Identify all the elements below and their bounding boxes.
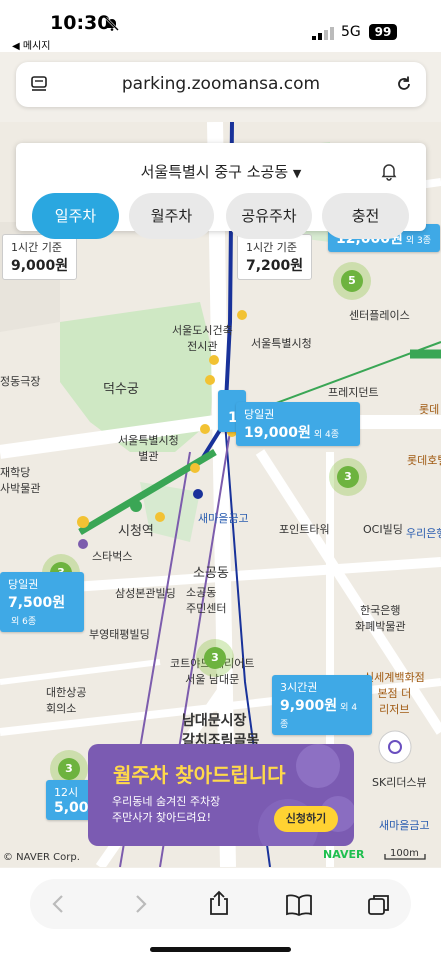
- location-text: 서울특별시 중구 소공동: [140, 163, 289, 181]
- promo-desc-line1: 우리동네 숨겨진 주차장: [112, 795, 221, 808]
- share-icon[interactable]: [207, 890, 231, 920]
- map-label-sogong-center: 소공동 주민센터: [186, 586, 227, 615]
- map-label-point-tower: 포인트타워: [279, 523, 330, 536]
- map-label-starbucks: 스타벅스: [92, 550, 133, 563]
- cluster-count: 3: [337, 466, 359, 488]
- tab-shared-parking[interactable]: 공유주차: [226, 193, 312, 239]
- map-label-city-hall-annex: 서울특별시청 별관: [118, 434, 179, 463]
- location-selector[interactable]: 서울특별시 중구 소공동 ▼: [16, 161, 426, 182]
- price-pin[interactable]: 3시간권 9,900원 외 4종: [272, 675, 372, 735]
- price-pin[interactable]: 1시간 기준 9,000원: [2, 234, 78, 280]
- reload-icon[interactable]: [394, 74, 414, 98]
- price-pin-extra: 외 3종: [405, 236, 432, 246]
- price-pin[interactable]: 당일권 19,000원 외 4종: [236, 402, 360, 446]
- price-pin-price: 19,000원: [244, 425, 311, 441]
- price-pin[interactable]: 당일권 7,500원외 6종: [0, 572, 84, 632]
- map-label-city-hall: 서울특별시청: [251, 337, 312, 350]
- tab-daily-parking[interactable]: 일주차: [32, 193, 119, 239]
- tab-monthly-parking[interactable]: 월주차: [129, 193, 214, 239]
- browser-toolbar: [0, 868, 441, 959]
- map-label-saemaeul2: 새마을금고: [379, 819, 430, 832]
- map-label-sk: SK리더스뷰: [372, 776, 427, 789]
- price-pin-price: 7,500원: [8, 595, 66, 611]
- price-pin-price: 9,900원: [280, 698, 338, 714]
- map-label-city-hall-gallery: 서울도시건축 전시관: [172, 324, 233, 353]
- price-pin-title: 1시간 기준: [11, 241, 62, 254]
- map-label-saemaeul: 새마을금고: [198, 512, 249, 525]
- price-pin-price: 5,000: [54, 800, 99, 816]
- price-pin-title: 당일권: [8, 578, 39, 591]
- forward-icon[interactable]: [129, 893, 151, 919]
- price-pin-extra: 외 6종: [11, 617, 37, 627]
- home-indicator: [150, 947, 291, 952]
- price-pin-title: 12시: [54, 786, 79, 799]
- parking-cluster[interactable]: 3: [196, 639, 234, 677]
- url-text[interactable]: parking.zoomansa.com: [16, 74, 426, 94]
- map-label-oci: OCI빌딩: [363, 523, 403, 536]
- price-pin-price: 7,200원: [246, 258, 304, 274]
- map-scale: 100m: [390, 848, 419, 859]
- parking-cluster[interactable]: 5: [333, 262, 371, 300]
- price-pin[interactable]: 1시간 기준 7,200원: [237, 234, 313, 280]
- map-label-korcham: 대한상공 회의소: [46, 686, 87, 715]
- status-bar: 10:30 ◀ 메시지 5G 99: [0, 0, 441, 52]
- map-label-jeongdong: 정동극장: [0, 375, 41, 388]
- promo-banner[interactable]: 월주차 찾아드립니다 우리동네 숨겨진 주차장 주만사가 찾아드려요! 신청하기: [88, 744, 354, 846]
- naver-logo: NAVER: [323, 848, 365, 861]
- bookmarks-icon[interactable]: [285, 894, 313, 920]
- map-label-shinsegae: 신세계백화점 본점 더 리저브: [364, 671, 425, 716]
- silent-bell-icon: [104, 16, 120, 36]
- cluster-count: 5: [341, 270, 363, 292]
- price-pin-title: 1시간 기준: [246, 241, 297, 254]
- map-label-booyoung: 부영태평빌딩: [89, 628, 150, 641]
- tabs-icon[interactable]: [367, 893, 391, 921]
- map-label-woori: 우리은행: [406, 527, 441, 540]
- map-label-deoksugung: 덕수궁: [103, 382, 139, 397]
- map-label-station: 시청역: [118, 524, 154, 539]
- signal-icon: [312, 25, 334, 44]
- promo-description: 우리동네 숨겨진 주차장 주만사가 찾아드려요!: [112, 794, 220, 826]
- promo-headline: 월주차 찾아드립니다: [113, 763, 286, 787]
- tab-charging[interactable]: 충전: [322, 193, 409, 239]
- naver-copyright: © NAVER Corp.: [3, 852, 80, 863]
- parking-cluster[interactable]: 3: [329, 458, 367, 496]
- price-pin-extra: 외 4종: [313, 430, 340, 440]
- price-pin-title: 3시간권: [280, 681, 318, 694]
- apply-button[interactable]: 신청하기: [274, 806, 338, 832]
- back-to-app-link[interactable]: ◀ 메시지: [12, 37, 50, 52]
- promo-desc-line2: 주만사가 찾아드려요!: [112, 811, 211, 824]
- notification-bell-icon[interactable]: [379, 161, 399, 185]
- map-label-samsung: 삼성본관빌딩: [115, 587, 176, 600]
- price-pin-price: 9,000원: [11, 258, 69, 274]
- map-label-lotte-dept: 롯데호텔: [407, 454, 441, 467]
- back-icon[interactable]: [48, 893, 70, 919]
- map-label-bank-museum: 한국은행 화폐박물관: [355, 604, 406, 633]
- battery-badge: 99: [369, 24, 397, 40]
- map-label-sogong: 소공동: [193, 566, 229, 581]
- status-time: 10:30: [50, 12, 111, 34]
- dropdown-caret-icon: ▼: [292, 167, 302, 180]
- cluster-count: 3: [58, 758, 80, 780]
- cluster-count: 3: [204, 647, 226, 669]
- address-bar[interactable]: parking.zoomansa.com: [16, 62, 426, 107]
- network-label: 5G: [341, 24, 361, 40]
- price-pin-title: 당일권: [244, 408, 275, 421]
- map-label-school: 재학당 사박물관: [0, 466, 41, 495]
- map-label-center-place: 센터플레이스: [349, 309, 410, 322]
- map-label-lotte-hotel: 롯데: [419, 403, 440, 416]
